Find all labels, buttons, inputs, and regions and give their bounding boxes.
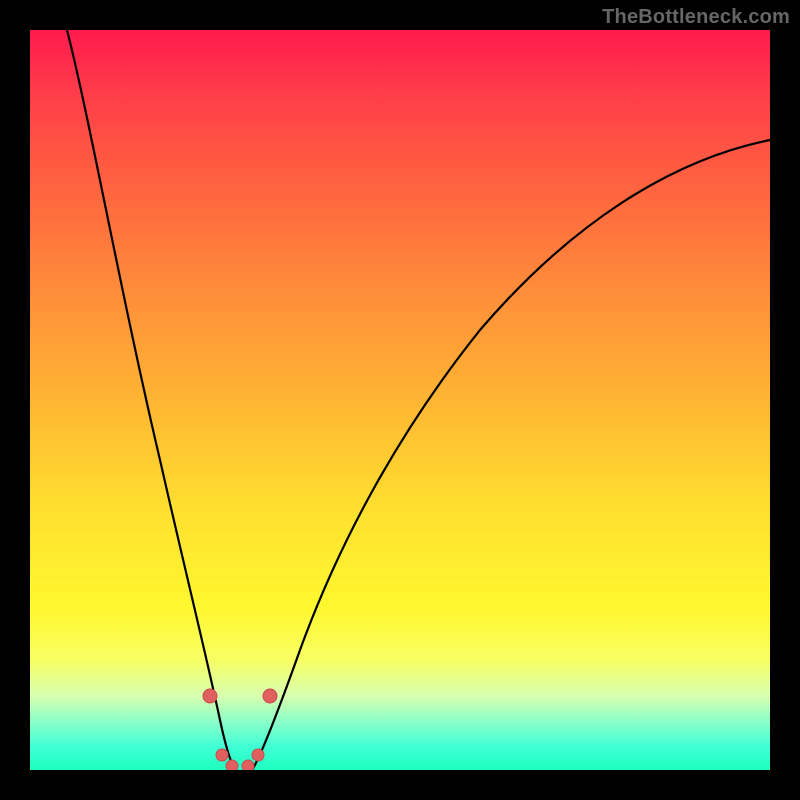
valley-dot: [226, 760, 238, 770]
chart-plot-area: [30, 30, 770, 770]
valley-dot: [242, 760, 254, 770]
bottleneck-curve: [30, 30, 770, 770]
curve-left-branch: [67, 30, 236, 770]
valley-dot: [203, 689, 217, 703]
valley-dot: [216, 749, 228, 761]
curve-right-branch: [252, 140, 770, 770]
attribution-text: TheBottleneck.com: [602, 6, 790, 29]
valley-dot: [252, 749, 264, 761]
valley-dot: [263, 689, 277, 703]
